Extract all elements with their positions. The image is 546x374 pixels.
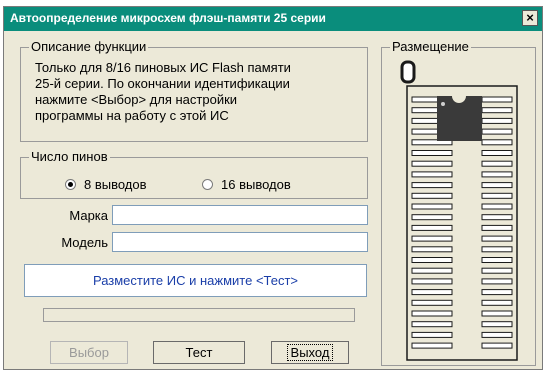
socket-contact-right (481, 342, 513, 349)
socket-contact-right (481, 331, 513, 338)
pin-count-group: Число пинов 8 выводов 16 выводов (20, 149, 368, 199)
socket-contact-right (481, 171, 513, 178)
socket-contact-left (411, 267, 453, 274)
title-bar: Автоопределение микросхем флэш-памяти 25… (4, 7, 542, 31)
description-text: Только для 8/16 пиновых ИС Flash памяти … (35, 60, 365, 124)
socket-contact-left (411, 342, 453, 349)
mark-label: Марка (69, 208, 108, 223)
socket-contact-left (411, 171, 453, 178)
description-legend: Описание функции (29, 39, 149, 54)
socket-contact-right (481, 257, 513, 263)
socket-contact-right (481, 150, 513, 156)
radio-8-pins-indicator[interactable] (65, 179, 76, 190)
socket-contact-right (481, 160, 513, 167)
socket-lever (400, 60, 416, 84)
socket-contact-left (411, 150, 453, 156)
radio-16-pins[interactable]: 16 выводов (202, 177, 291, 192)
model-input[interactable] (112, 232, 368, 252)
socket-contact-right (481, 139, 513, 146)
socket-contact-left (411, 257, 453, 263)
socket-contact-right (481, 117, 513, 124)
socket-contact-left (411, 246, 453, 253)
progress-bar (43, 308, 355, 322)
socket-contact-right (481, 107, 513, 114)
socket-contact-left (411, 160, 453, 167)
socket-contact-left (411, 235, 453, 242)
socket-contact-left (411, 278, 453, 285)
socket-contact-left (411, 310, 453, 317)
radio-16-pins-indicator[interactable] (202, 179, 213, 190)
socket-contact-right (481, 289, 513, 296)
socket-contact-right (481, 182, 513, 189)
autodetect-dialog: Автоопределение микросхем флэш-памяти 25… (3, 6, 543, 370)
radio-8-pins-label: 8 выводов (84, 177, 147, 192)
description-line: Только для 8/16 пиновых ИС Flash памяти (35, 60, 291, 75)
placement-group: Размещение (381, 39, 536, 366)
socket-contact-left (411, 331, 453, 338)
socket-contact-right (481, 203, 513, 210)
description-line: нажмите <Выбор> для настройки (35, 92, 238, 107)
socket-contact-right (481, 214, 513, 221)
socket-contact-right (481, 246, 513, 253)
radio-16-pins-label: 16 выводов (221, 177, 291, 192)
mark-input[interactable] (112, 205, 368, 225)
socket-diagram (400, 60, 518, 361)
status-message: Разместите ИС и нажмите <Тест> (24, 264, 367, 297)
close-button[interactable]: × (522, 10, 538, 26)
socket-contact-left (411, 321, 453, 328)
socket-contact-left (411, 182, 453, 189)
description-line: 25-й серии. По окончании идентификации (35, 76, 290, 91)
socket-contact-right (481, 192, 513, 199)
socket-contact-left (411, 299, 453, 306)
radio-8-pins[interactable]: 8 выводов (65, 177, 147, 192)
socket-contact-right (481, 235, 513, 242)
socket-contact-right (481, 299, 513, 306)
window-title: Автоопределение микросхем флэш-памяти 25… (10, 11, 326, 25)
socket-contact-right (481, 321, 513, 328)
pin-count-legend: Число пинов (29, 149, 110, 164)
socket-contact-right (481, 310, 513, 317)
exit-button[interactable]: Выход (271, 341, 349, 364)
description-line: программы на работу с этой ИС (35, 108, 229, 123)
socket-contact-left (411, 192, 453, 199)
socket-contact-left (411, 224, 453, 231)
socket-contact-right (481, 278, 513, 285)
socket-contact-left (411, 203, 453, 210)
test-button[interactable]: Тест (153, 341, 245, 364)
select-button[interactable]: Выбор (50, 341, 128, 364)
socket-contact-left (411, 289, 453, 296)
socket-contact-right (481, 224, 513, 231)
socket-contact-left (411, 214, 453, 221)
model-label: Модель (61, 235, 108, 250)
exit-button-label: Выход (286, 344, 334, 361)
socket-contact-right (481, 128, 513, 135)
socket-contact-right (481, 267, 513, 274)
socket-contact-right (481, 96, 513, 103)
description-group: Описание функции Только для 8/16 пиновых… (20, 39, 368, 142)
ic-pin1-dot (441, 102, 445, 106)
